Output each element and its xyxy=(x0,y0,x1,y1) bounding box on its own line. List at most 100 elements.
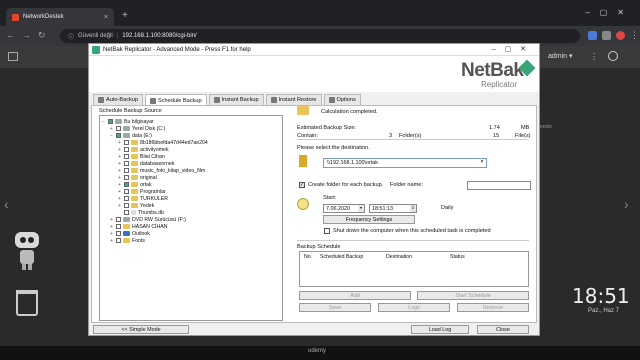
favicon-icon xyxy=(12,13,19,21)
checkbox[interactable] xyxy=(116,133,121,138)
checkbox[interactable] xyxy=(116,238,121,243)
browser-window-controls[interactable]: –▢✕ xyxy=(585,8,634,17)
destination-select[interactable]: \\192.168.1.100\ortak ▾ xyxy=(323,158,487,168)
tree-node[interactable]: + databaseornek xyxy=(118,160,174,167)
shutdown-checkbox[interactable] xyxy=(324,228,330,234)
translate-icon[interactable] xyxy=(588,31,597,40)
source-tree[interactable]: − Bu bilgisayar + Yerel Disk (C:) − data (E… xyxy=(99,115,283,321)
tree-node[interactable]: + music_foto_kitap_video_film xyxy=(118,167,205,174)
checkbox[interactable] xyxy=(124,140,129,145)
checkbox[interactable] xyxy=(108,119,113,124)
checkbox[interactable] xyxy=(124,182,129,187)
add-button[interactable]: Add xyxy=(299,291,411,300)
tab-options[interactable]: Options xyxy=(323,94,361,105)
checkbox[interactable] xyxy=(124,168,129,173)
menu-icon[interactable]: ⋮ xyxy=(630,30,639,41)
tree-node[interactable]: Thumbs.db xyxy=(124,209,164,216)
start-date-picker[interactable]: 7.06.2020 ▾ xyxy=(323,204,365,213)
remove-button[interactable]: Remove xyxy=(457,303,529,312)
window-controls[interactable]: –▢✕ xyxy=(492,45,535,53)
checkbox[interactable] xyxy=(124,147,129,152)
tree-node[interactable]: + ortak xyxy=(118,181,152,188)
help-icon[interactable] xyxy=(608,51,618,61)
address-bar[interactable]: ⓘ Güvenli değil | 192.168.1.100:8080/cgi… xyxy=(60,29,580,43)
admin-user-menu[interactable]: admin ▾ xyxy=(548,52,573,60)
browser-tab[interactable]: NetworkDestek × xyxy=(6,8,114,26)
tree-node[interactable]: + Yerel Disk (C:) xyxy=(110,125,165,132)
back-icon[interactable]: ← xyxy=(6,30,15,40)
tab-instant-backup[interactable]: Instant Backup xyxy=(208,94,264,105)
tree-node[interactable]: − Bu bilgisayar xyxy=(102,118,154,125)
star-icon[interactable] xyxy=(602,31,611,40)
checkbox[interactable] xyxy=(116,217,121,222)
checkbox[interactable] xyxy=(124,210,129,215)
close-tab-icon[interactable]: × xyxy=(104,14,108,21)
browser-tab-title: NetworkDestek xyxy=(23,14,64,20)
logs-button[interactable]: Logs xyxy=(378,303,450,312)
folder-icon xyxy=(131,140,138,145)
tree-node[interactable]: + Outlook xyxy=(110,230,150,237)
folder-icon xyxy=(131,196,138,201)
dvd-drive-icon xyxy=(123,217,130,222)
tab-label: Auto-Backup xyxy=(106,97,139,103)
scroll-left-icon[interactable]: ‹ xyxy=(4,196,9,212)
start-time-value: 18:51:13 xyxy=(372,205,393,212)
tab-instant-restore[interactable]: Instant Restore xyxy=(265,94,322,105)
folder-name-input[interactable] xyxy=(467,181,531,190)
checkbox[interactable] xyxy=(124,175,129,180)
schedule-icon xyxy=(150,97,157,104)
trash-icon[interactable] xyxy=(16,290,38,316)
schedule-table[interactable]: No. Scheduled Backup Destination Status xyxy=(299,251,529,287)
tree-node[interactable]: + HASAN CİHAN xyxy=(110,223,167,230)
calendar-dropdown-icon[interactable]: ▾ xyxy=(358,205,364,212)
save-button[interactable]: Save xyxy=(299,303,371,312)
checkbox[interactable] xyxy=(124,161,129,166)
tab-label: Options xyxy=(336,97,356,103)
tab-auto-backup[interactable]: Auto-Backup xyxy=(93,94,144,105)
load-log-button[interactable]: Load Log xyxy=(411,325,469,334)
checkbox[interactable] xyxy=(124,154,129,159)
tree-node[interactable]: +8b186bbefda47d44ed7ae204 xyxy=(118,139,208,146)
restore-icon xyxy=(270,97,277,103)
time-spinner-icon[interactable]: ⇕ xyxy=(410,205,416,212)
close-button[interactable]: Close xyxy=(477,325,529,334)
tree-label: ortak xyxy=(140,181,152,188)
tree-node[interactable]: + Fonts xyxy=(110,237,145,244)
tree-node[interactable]: + DVD RW Sürücüsü (F:) xyxy=(110,216,186,223)
scroll-right-icon[interactable]: › xyxy=(624,196,629,212)
tree-node[interactable]: − data (E:) xyxy=(110,132,152,139)
frequency-settings-button[interactable]: Frequency Settings xyxy=(323,215,415,224)
shutdown-label: Shut down the computer when this schedul… xyxy=(333,228,491,234)
tree-node[interactable]: + Yedek xyxy=(118,202,154,209)
new-tab-button[interactable]: + xyxy=(122,10,128,21)
checkbox[interactable] xyxy=(116,224,121,229)
network-folder-icon xyxy=(299,155,307,167)
checkbox[interactable] xyxy=(116,126,121,131)
desktop-clock: 18:51 xyxy=(572,284,630,308)
checkbox[interactable] xyxy=(124,189,129,194)
reload-icon[interactable]: ↻ xyxy=(38,30,46,41)
tree-node[interactable]: + original xyxy=(118,174,157,181)
tree-node[interactable]: + Bilal Cihan xyxy=(118,153,165,160)
apps-grid-icon[interactable] xyxy=(8,52,18,61)
profile-icon[interactable] xyxy=(616,31,625,40)
outlook-icon xyxy=(123,231,130,236)
more-icon[interactable]: ⋮ xyxy=(590,52,598,61)
tree-label: original xyxy=(140,174,157,181)
tree-node[interactable]: + activityomek xyxy=(118,146,169,153)
start-schedule-button[interactable]: Start Schedule xyxy=(417,291,529,300)
forward-icon[interactable]: → xyxy=(22,30,31,40)
checkbox[interactable] xyxy=(124,203,129,208)
tree-label: Bu bilgisayar xyxy=(124,118,154,125)
start-time-input[interactable]: 18:51:13 ⇕ xyxy=(369,204,417,213)
checkbox[interactable] xyxy=(124,196,129,201)
checkbox[interactable] xyxy=(116,231,121,236)
create-folder-checkbox[interactable]: ✓ xyxy=(299,182,305,188)
desktop-date: Paz., Haz 7 xyxy=(588,308,620,314)
simple-mode-button[interactable]: << Simple Mode xyxy=(93,325,189,334)
tree-node[interactable]: + Programlar xyxy=(118,188,166,195)
folder-icon xyxy=(131,161,138,166)
tree-node[interactable]: + TURKULER xyxy=(118,195,168,202)
chevron-down-icon[interactable]: ▾ xyxy=(478,159,486,167)
auto-backup-icon xyxy=(98,97,104,103)
